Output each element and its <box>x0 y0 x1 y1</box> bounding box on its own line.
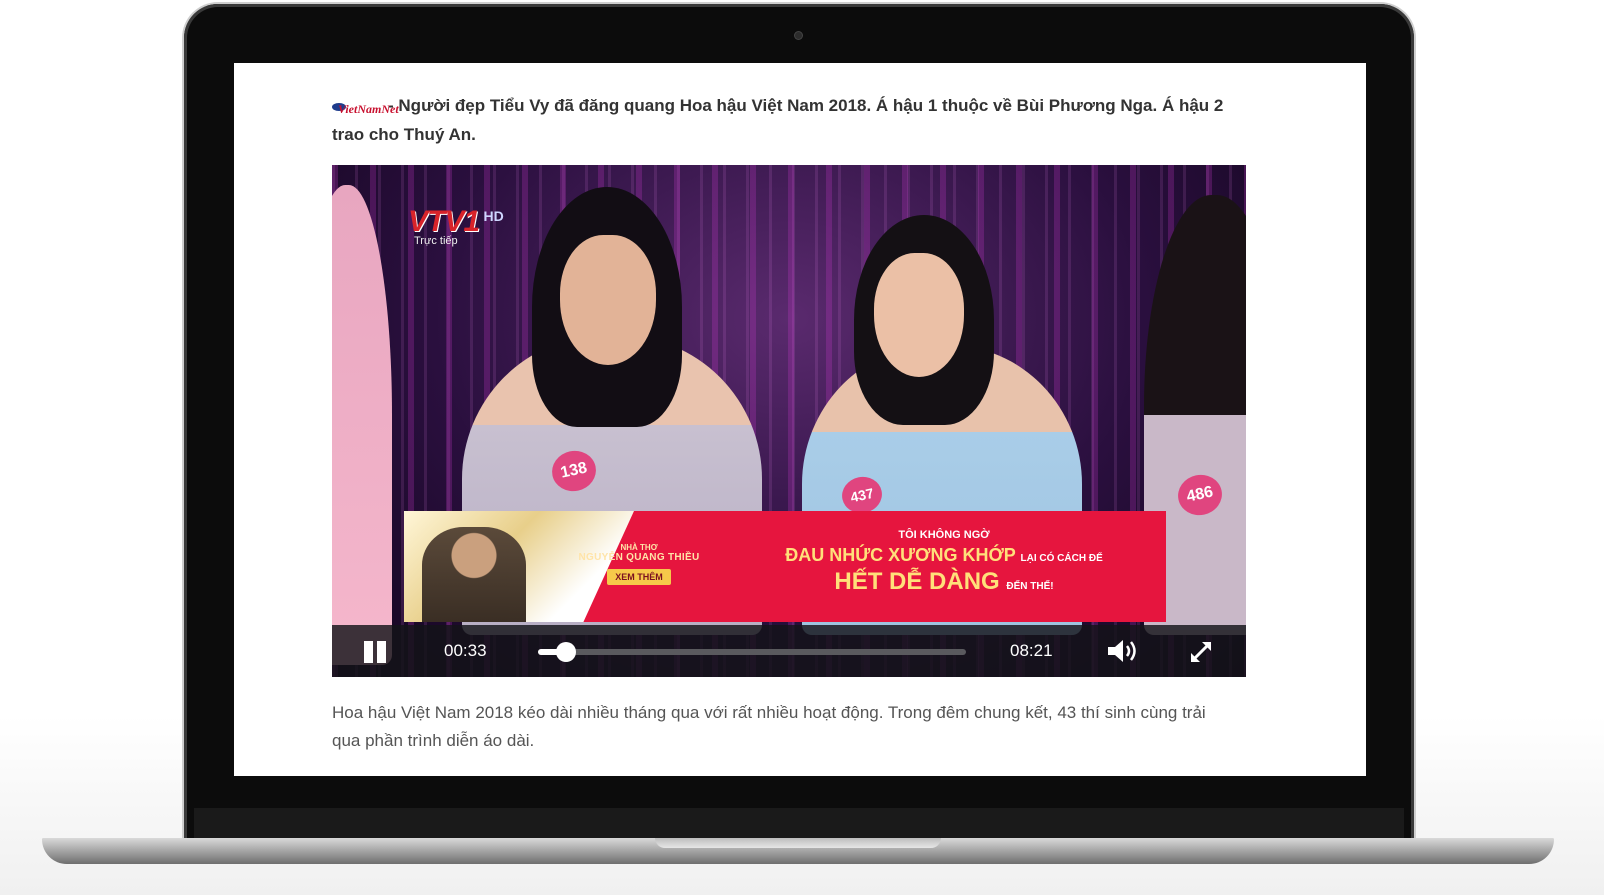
article-lede: VietNamNet - Người đẹp Tiểu Vy đã đăng q… <box>332 91 1252 149</box>
contestant-138-face <box>560 235 656 365</box>
ad-banner[interactable]: NHÀ THƠ NGUYỄN QUANG THIỀU XEM THÊM TÔI … <box>404 511 1166 622</box>
ad-portrait-image <box>422 527 526 622</box>
duration: 08:21 <box>1010 641 1053 660</box>
webcam-icon <box>795 32 802 39</box>
volume-icon[interactable] <box>1106 638 1140 664</box>
ad-author-pre: NHÀ THƠ <box>620 543 658 552</box>
article-body: Hoa hậu Việt Nam 2018 kéo dài nhiều thán… <box>332 703 1206 750</box>
seek-bar[interactable] <box>538 642 966 662</box>
live-label: Trực tiếp <box>414 235 458 247</box>
pause-icon[interactable] <box>362 641 388 663</box>
channel-quality: HD <box>483 208 504 224</box>
ad-headline: TÔI KHÔNG NGỜ ĐAU NHỨC XƯƠNG KHỚP LẠI CÓ… <box>734 529 1154 596</box>
ad-line2-small: LẠI CÓ CÁCH ĐỂ <box>1020 553 1103 564</box>
browser-screen: VietNamNet - Người đẹp Tiểu Vy đã đăng q… <box>234 63 1366 776</box>
seek-handle[interactable] <box>556 642 577 662</box>
contestant-437-face <box>874 253 964 377</box>
ad-headline-line3: HẾT DỄ DÀNG ĐẾN THẾ! <box>734 568 1154 596</box>
lede-text: Người đẹp Tiểu Vy đã đăng quang Hoa hậu … <box>332 96 1224 144</box>
ad-author-name: NGUYỄN QUANG THIỀU <box>578 552 700 563</box>
channel-logo-mark: VTV1 <box>408 205 480 238</box>
ad-line3-small: ĐẾN THẾ! <box>1006 581 1054 592</box>
player-controls: 00:33 08:21 <box>332 625 1246 677</box>
laptop-bezel <box>194 808 1404 838</box>
site-logo-text: VietNamNet <box>338 102 399 116</box>
ad-headline-line2: ĐAU NHỨC XƯƠNG KHỚP LẠI CÓ CÁCH ĐỂ <box>734 545 1154 566</box>
site-logo[interactable]: VietNamNet <box>332 93 399 116</box>
current-time: 00:33 <box>444 641 487 660</box>
ad-line2-main: ĐAU NHỨC XƯƠNG KHỚP <box>785 545 1016 565</box>
ad-line3-main: HẾT DỄ DÀNG <box>834 568 1000 595</box>
ad-cta-button[interactable]: XEM THÊM <box>607 569 671 585</box>
laptop-hinge-notch <box>655 838 941 848</box>
fullscreen-icon[interactable] <box>1188 639 1214 665</box>
video-player[interactable]: 138 437 486 VTV1 HD Trực tiếp NHÀ THƠ NG… <box>332 165 1246 677</box>
channel-logo: VTV1 HD Trực tiếp <box>408 205 504 247</box>
ad-author-block: NHÀ THƠ NGUYỄN QUANG THIỀU XEM THÊM <box>569 543 709 585</box>
ad-headline-line1: TÔI KHÔNG NGỜ <box>898 529 990 541</box>
